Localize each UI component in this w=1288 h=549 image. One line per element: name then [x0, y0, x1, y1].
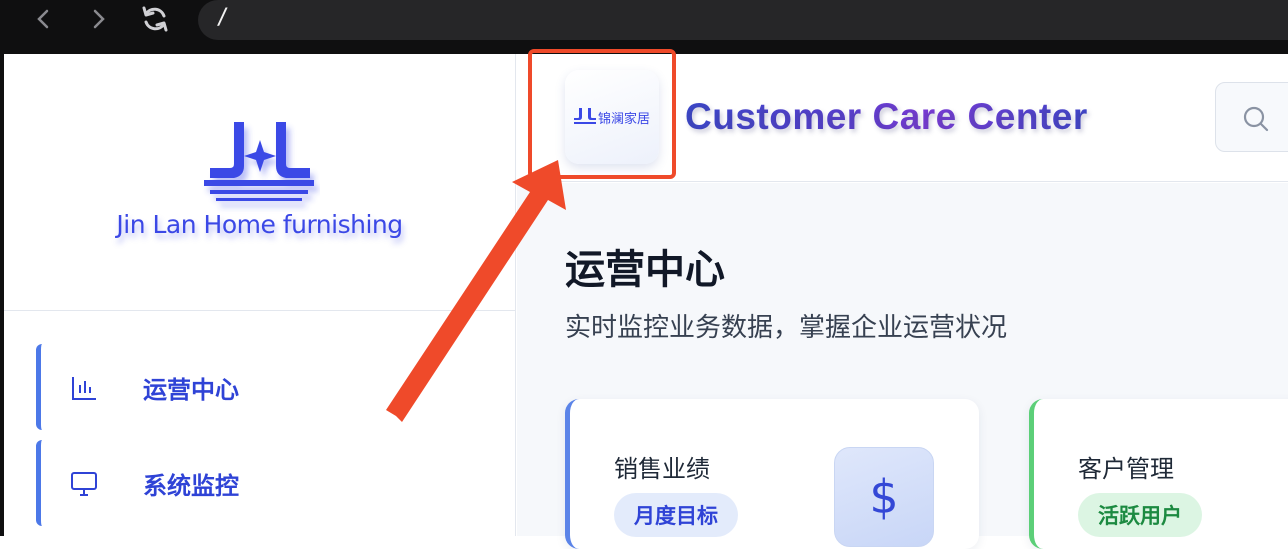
sidebar: Jin Lan Home furnishing 运营中心 系统监控 — [4, 54, 516, 536]
sidebar-item-label: 运营中心 — [143, 376, 239, 404]
back-button[interactable] — [28, 4, 58, 34]
page-subtitle: 实时监控业务数据，掌握企业运营状况 — [565, 313, 1008, 343]
browser-toolbar: / — [0, 0, 1288, 40]
sales-card[interactable]: 销售业绩 月度目标 $ — [565, 399, 979, 549]
sidebar-item-monitoring[interactable]: 系统监控 — [36, 440, 514, 526]
bar-chart-icon — [72, 377, 96, 400]
chevron-left-icon — [37, 9, 49, 29]
dollar-icon: $ — [834, 447, 934, 547]
card-tag: 活跃用户 — [1078, 493, 1202, 537]
annotation-highlight-box — [528, 49, 676, 179]
search-button[interactable] — [1215, 82, 1288, 152]
monitor-icon — [71, 472, 97, 496]
chevron-right-icon — [93, 9, 105, 29]
brand-name: Jin Lan Home furnishing — [116, 210, 403, 239]
address-bar[interactable]: / — [198, 0, 1288, 40]
card-title: 客户管理 — [1078, 455, 1174, 483]
customer-card[interactable]: 客户管理 活跃用户 — [1029, 399, 1288, 549]
jinlan-logo-icon — [204, 122, 314, 201]
forward-button[interactable] — [84, 4, 114, 34]
card-tag: 月度目标 — [614, 493, 738, 537]
card-title: 销售业绩 — [614, 455, 710, 483]
app-header: 锦澜家居 Customer Care Center — [517, 49, 1288, 182]
page-title: 运营中心 — [565, 247, 725, 293]
main-content: 运营中心 实时监控业务数据，掌握企业运营状况 销售业绩 月度目标 $ 客户管理 … — [517, 183, 1288, 549]
sidebar-item-label: 系统监控 — [143, 472, 239, 500]
app-title: Customer Care Center — [685, 96, 1088, 137]
reload-icon — [142, 6, 168, 32]
url-text: / — [216, 5, 230, 30]
sidebar-item-operations[interactable]: 运营中心 — [36, 344, 514, 430]
sidebar-logo-area: Jin Lan Home furnishing — [4, 54, 515, 311]
search-icon — [1243, 106, 1269, 132]
reload-button[interactable] — [140, 4, 170, 34]
